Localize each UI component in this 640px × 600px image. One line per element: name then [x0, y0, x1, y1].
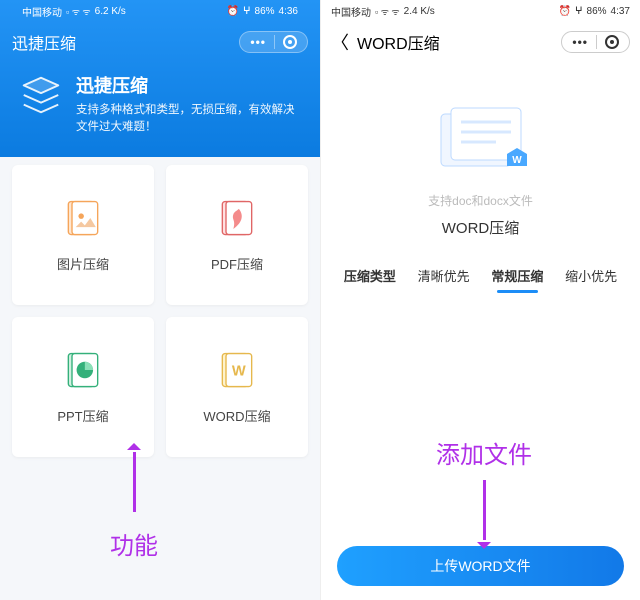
carrier-label: 中国移动 — [22, 4, 62, 19]
tab-shrink-priority[interactable]: 缩小优先 — [565, 266, 617, 293]
time-label: 4:37 — [611, 6, 630, 17]
page-title: WORD压缩 — [357, 30, 440, 54]
annotation-add-file: 添加文件 — [436, 435, 532, 540]
tile-pdf-compress[interactable]: PDF压缩 — [166, 165, 308, 305]
banner: 迅捷压缩 支持多种格式和类型，无损压缩，有效解决文件过大难题！ — [12, 62, 308, 143]
tile-label: PDF压缩 — [211, 254, 263, 273]
illust-sub: 支持doc和docx文件 — [428, 192, 533, 209]
word-file-icon: W — [215, 348, 259, 392]
tile-label: 图片压缩 — [57, 254, 109, 273]
signal-icon: ▫ ᯤ ᯤ — [66, 5, 91, 18]
close-miniapp-icon[interactable] — [605, 35, 619, 49]
phone-left: 中国移动 ▫ ᯤ ᯤ 6.2 K/s ⏰ ⵖ 86% 4:36 迅捷压缩 ••• — [0, 0, 320, 600]
feature-grid: 图片压缩 PDF压缩 PPT压缩 W WORD压缩 — [0, 153, 320, 469]
tab-clear-priority[interactable]: 清晰优先 — [418, 266, 470, 293]
app-title: 迅捷压缩 — [12, 30, 76, 54]
tile-label: WORD压缩 — [203, 406, 270, 425]
bt-icon: ⵖ — [243, 6, 251, 17]
left-header: 中国移动 ▫ ᯤ ᯤ 6.2 K/s ⏰ ⵖ 86% 4:36 迅捷压缩 ••• — [0, 0, 320, 157]
signal-icon: ▫ ᯤ ᯤ — [375, 5, 400, 18]
more-icon[interactable]: ••• — [250, 35, 266, 49]
miniapp-capsule[interactable]: ••• — [239, 31, 308, 53]
banner-title: 迅捷压缩 — [76, 72, 302, 98]
battery-label: 86% — [587, 6, 607, 17]
tile-ppt-compress[interactable]: PPT压缩 — [12, 317, 154, 457]
tile-label: PPT压缩 — [57, 406, 108, 425]
carrier-label: 中国移动 — [331, 4, 371, 19]
illustration-area: W 支持doc和docx文件 WORD压缩 — [321, 62, 640, 248]
illust-title: WORD压缩 — [442, 217, 520, 238]
bt-icon: ⵖ — [575, 6, 583, 17]
netspeed: 2.4 K/s — [404, 6, 435, 17]
svg-text:W: W — [232, 364, 246, 380]
banner-sub: 支持多种格式和类型，无损压缩，有效解决文件过大难题！ — [76, 102, 302, 137]
annotation-label: 功能 — [110, 526, 158, 561]
battery-label: 86% — [255, 6, 275, 17]
layers-icon — [18, 72, 64, 118]
tile-image-compress[interactable]: 图片压缩 — [12, 165, 154, 305]
word-document-icon: W — [421, 102, 541, 182]
ppt-file-icon — [61, 348, 105, 392]
pdf-file-icon — [215, 196, 259, 240]
tab-normal-compress[interactable]: 常规压缩 — [491, 266, 543, 293]
tab-type-label: 压缩类型 — [344, 266, 396, 293]
more-icon[interactable]: ••• — [572, 35, 588, 49]
upload-word-button[interactable]: 上传WORD文件 — [337, 546, 624, 586]
app-bar: 迅捷压缩 ••• — [12, 22, 308, 62]
capsule-sep — [274, 35, 275, 49]
compress-tabs: 压缩类型 清晰优先 常规压缩 缩小优先 — [321, 248, 640, 299]
banner-text: 迅捷压缩 支持多种格式和类型，无损压缩，有效解决文件过大难题！ — [76, 72, 302, 137]
time-label: 4:36 — [279, 6, 298, 17]
alarm-icon: ⏰ — [227, 6, 239, 17]
phone-right: 中国移动 ▫ ᯤ ᯤ 2.4 K/s ⏰ ⵖ 86% 4:37 〈 WORD压缩… — [320, 0, 640, 600]
close-miniapp-icon[interactable] — [283, 35, 297, 49]
app-bar: 〈 WORD压缩 ••• — [321, 22, 640, 62]
status-bar: 中国移动 ▫ ᯤ ᯤ 2.4 K/s ⏰ ⵖ 86% 4:37 — [321, 0, 640, 22]
netspeed: 6.2 K/s — [95, 6, 126, 17]
miniapp-capsule[interactable]: ••• — [561, 31, 630, 53]
tile-word-compress[interactable]: W WORD压缩 — [166, 317, 308, 457]
image-file-icon — [61, 196, 105, 240]
svg-text:W: W — [512, 155, 522, 166]
status-bar: 中国移动 ▫ ᯤ ᯤ 6.2 K/s ⏰ ⵖ 86% 4:36 — [12, 0, 308, 22]
annotation-label: 添加文件 — [436, 435, 532, 470]
back-icon[interactable]: 〈 — [331, 29, 349, 55]
alarm-icon: ⏰ — [559, 6, 571, 17]
capsule-sep — [596, 35, 597, 49]
